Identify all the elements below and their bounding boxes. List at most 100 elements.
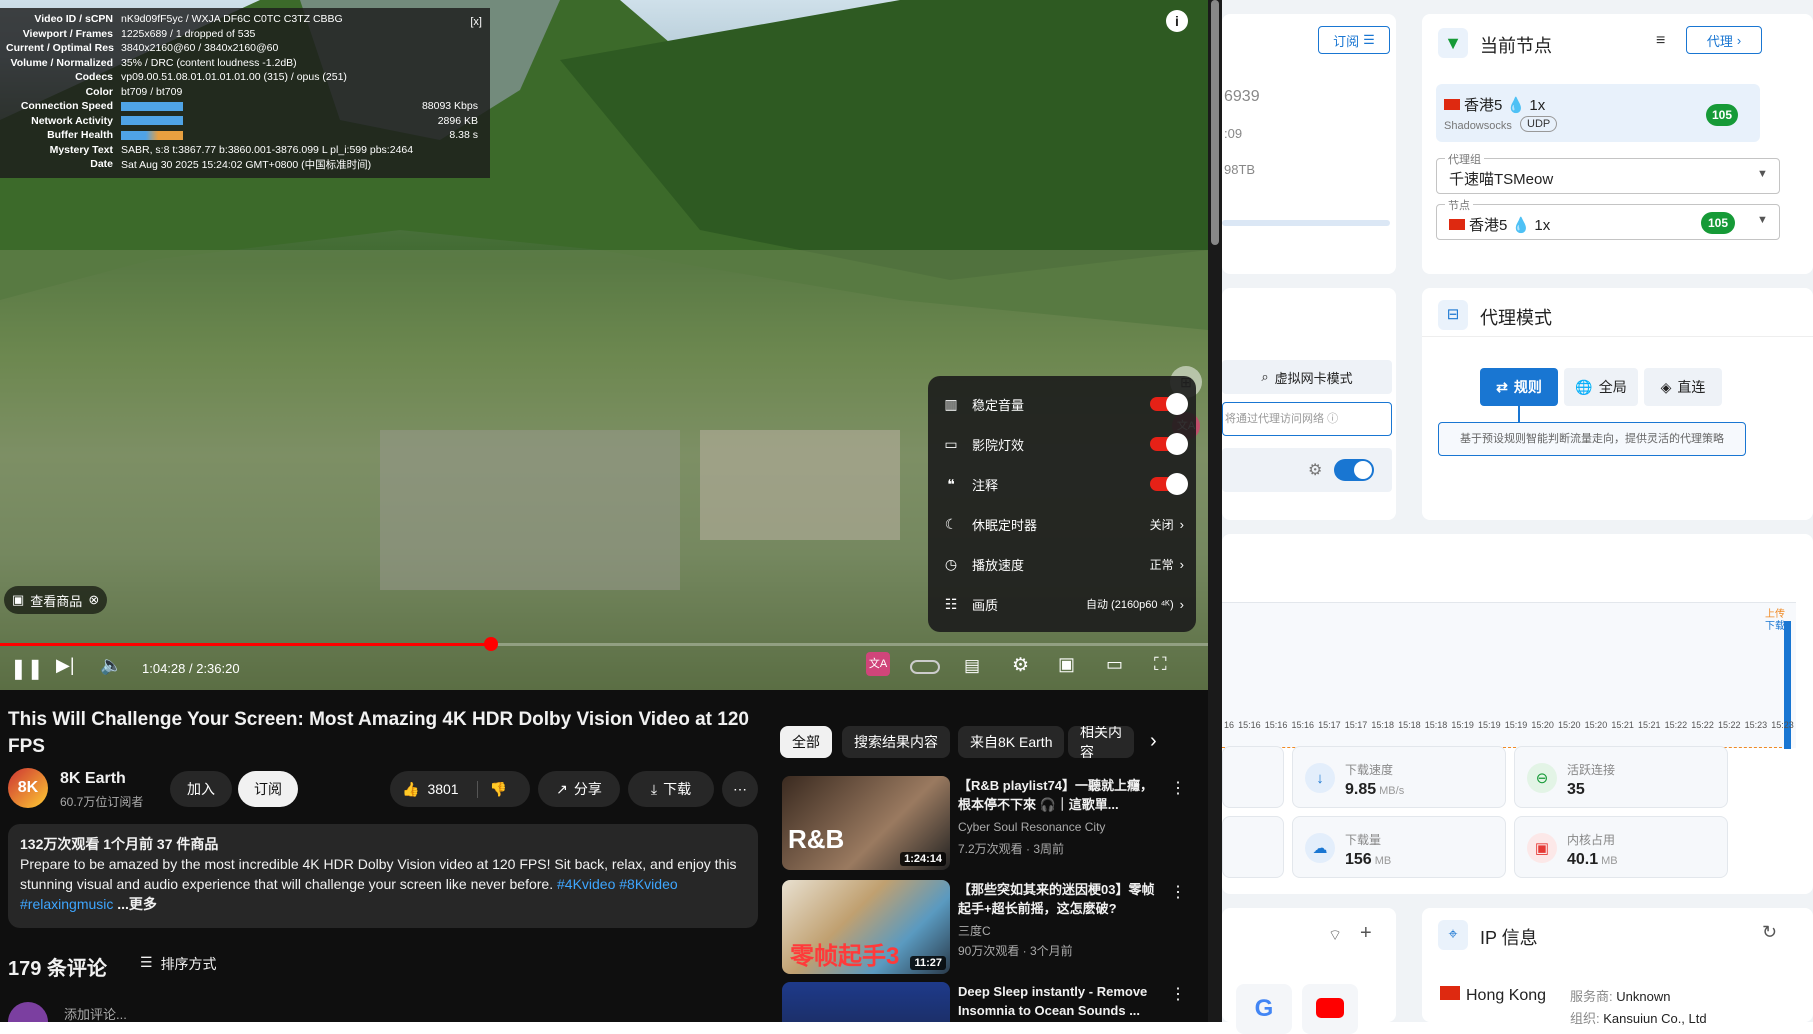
legend-download: 下载 <box>1765 621 1785 632</box>
current-node-box[interactable]: 香港5 💧 1x Shadowsocks UDP 105 <box>1436 84 1760 142</box>
youtube-icon[interactable] <box>1302 984 1358 1034</box>
translate-icon[interactable]: 文A <box>866 652 890 676</box>
download-icon: ⤓ <box>650 780 658 797</box>
annotations-icon: ❝ <box>947 475 955 492</box>
chip-all[interactable]: 全部 <box>780 726 832 758</box>
scrollbar-thumb[interactable] <box>1211 0 1219 245</box>
youtube-pane: [x] Video ID / sCPN nK9d09fF5yc / WXJA DF… <box>0 0 1222 1022</box>
add-comment-input[interactable]: 添加评论... <box>64 1004 127 1022</box>
settings-gear-icon[interactable]: ⚙ <box>1012 654 1029 677</box>
pause-icon[interactable]: ❚❚ <box>10 656 44 681</box>
thumbs-down-icon[interactable]: 👎 <box>476 780 507 798</box>
progress-bar[interactable] <box>0 637 1208 651</box>
channel-name[interactable]: 8K Earth <box>60 770 126 788</box>
setting-speed[interactable]: ◷ 播放速度 正常 › <box>928 544 1196 584</box>
theater-icon[interactable]: ▭ <box>1106 654 1123 675</box>
quality-sliders-icon: ☷ <box>944 595 958 612</box>
sort-icon[interactable]: ≡ <box>1656 32 1665 50</box>
join-button[interactable]: 加入 <box>170 771 232 807</box>
rec-thumbnail-3[interactable] <box>782 982 950 1022</box>
chip-from-channel[interactable]: 来自8K Earth <box>958 726 1065 758</box>
chevron-right-icon[interactable]: › <box>1150 730 1157 753</box>
settings-menu: ▥ 稳定音量 ▭ 影院灯效 ❝ 注释 ☾ 休眠定时器 关闭 › ◷ 播放速度 正常 › ☷ 画质 自动… <box>928 376 1196 632</box>
view-stats: 132万次观看 1个月前 37 件商品 <box>20 836 219 852</box>
memory-chip-icon: ▣ <box>1527 833 1557 863</box>
hashtags[interactable]: #4Kvideo #8Kvideo <box>557 876 678 892</box>
udp-badge: UDP <box>1520 116 1558 132</box>
chip-related[interactable]: 相关内容 <box>1068 726 1134 758</box>
sort-button[interactable]: ☰ 排序方式 <box>140 954 217 974</box>
wifi-test-icon[interactable]: ⌔ <box>1328 926 1342 945</box>
rec-title-2[interactable]: 【那些突如其来的迷因梗03】零帧起手+超长前摇，这怎麽破? <box>958 880 1163 918</box>
ambient-toggle[interactable] <box>1150 433 1188 455</box>
chip-search-results[interactable]: 搜索结果内容 <box>842 726 950 758</box>
cn-flag-icon <box>1449 219 1465 230</box>
rec-thumbnail-1[interactable]: R&B 1:24:14 <box>782 776 950 870</box>
more-actions-button[interactable]: ⋯ <box>722 771 758 807</box>
vnic-hint: 将通过代理访问网络 ⓘ <box>1222 402 1392 436</box>
proxy-group-select[interactable]: 代理组 千速喵TSMeow ▼ <box>1436 151 1780 194</box>
setting-annotations[interactable]: ❝ 注释 <box>928 464 1196 504</box>
description-box[interactable]: 132万次观看 1个月前 37 件商品 Prepare to be amazed… <box>8 824 758 928</box>
stats-for-nerds: [x] Video ID / sCPN nK9d09fF5yc / WXJA DF… <box>0 8 490 178</box>
stats-close-button[interactable]: [x] <box>470 16 482 28</box>
rec-channel-1[interactable]: Cyber Soul Resonance City <box>958 820 1105 834</box>
vnic-toggle[interactable] <box>1334 459 1374 481</box>
shuffle-icon: ⇄ <box>1496 378 1508 395</box>
hashtag-relaxing[interactable]: #relaxingmusic <box>20 896 113 912</box>
stat-download-speed: ↓ 下载速度 9.85 MB/s <box>1292 746 1506 808</box>
user-avatar <box>8 1002 48 1022</box>
stable-volume-toggle[interactable] <box>1150 393 1188 415</box>
next-icon[interactable]: ▶| <box>56 655 75 676</box>
setting-quality[interactable]: ☷ 画质 自动 (2160p60 ⁴ᴷ) › <box>928 584 1196 624</box>
subtitles-icon[interactable]: ▤ <box>964 656 980 676</box>
view-products-button[interactable]: ▣ 查看商品 ⊗ <box>4 586 108 614</box>
refresh-icon[interactable]: ↻ <box>1762 922 1777 943</box>
rec-title-1[interactable]: 【R&B playlist74】一聽就上癮，根本停不下來 🎧｜這歌單... <box>958 776 1163 814</box>
vnic-mode-button[interactable]: ⌕ 虚拟网卡模式 <box>1222 360 1392 394</box>
proxy-button[interactable]: 代理 › <box>1686 26 1762 54</box>
autoplay-toggle[interactable] <box>910 660 940 674</box>
setting-stable-volume[interactable]: ▥ 稳定音量 <box>928 384 1196 424</box>
add-icon[interactable]: + <box>1360 922 1372 945</box>
info-icon[interactable]: i <box>1166 10 1188 32</box>
link-icon: ⊖ <box>1527 763 1557 793</box>
like-count[interactable]: 3801 <box>427 781 458 797</box>
stat-download-total: ☁ 下载量 156 MB <box>1292 816 1506 878</box>
miniplayer-icon[interactable]: ▣ <box>1058 654 1075 675</box>
rec-channel-2[interactable]: 三度C <box>958 922 991 939</box>
subscribe-button[interactable]: 订阅 <box>238 771 298 807</box>
video-player[interactable]: [x] Video ID / sCPN nK9d09fF5yc / WXJA DF… <box>0 0 1208 690</box>
subscription-button[interactable]: 订阅 ☰ <box>1318 26 1390 54</box>
thumbs-up-icon[interactable]: 👍 <box>402 781 419 798</box>
settings-gear-icon[interactable]: ⚙ <box>1308 460 1322 480</box>
rec-menu-icon[interactable]: ⋮ <box>1170 882 1186 902</box>
setting-ambient[interactable]: ▭ 影院灯效 <box>928 424 1196 464</box>
chevron-right-icon: › <box>1179 516 1184 532</box>
mode-rule-button[interactable]: ⇄ 规则 <box>1480 368 1558 406</box>
node-select[interactable]: 节点 香港5 💧 1x 105 ▼ <box>1436 197 1780 240</box>
water-drop-icon: 💧 <box>1506 97 1526 114</box>
mode-direct-button[interactable]: ◈ 直连 <box>1644 368 1722 406</box>
volume-icon[interactable]: 🔈 <box>100 655 122 676</box>
channel-avatar[interactable]: 8K <box>8 768 48 808</box>
close-icon[interactable]: ⊗ <box>88 592 99 608</box>
rec-menu-icon[interactable]: ⋮ <box>1170 778 1186 798</box>
mode-global-button[interactable]: 🌐 全局 <box>1564 368 1638 406</box>
rec-title-3[interactable]: Deep Sleep instantly - Remove Insomnia t… <box>958 982 1163 1020</box>
download-button[interactable]: ⤓ 下载 <box>628 771 714 807</box>
setting-sleep-timer[interactable]: ☾ 休眠定时器 关闭 › <box>928 504 1196 544</box>
show-more[interactable]: ...更多 <box>117 896 157 912</box>
rec-thumbnail-2[interactable]: 零帧起手3 11:27 <box>782 880 950 974</box>
location-pin-icon: ⌖ <box>1438 920 1468 950</box>
annotations-toggle[interactable] <box>1150 473 1188 495</box>
like-dislike-group: 👍 3801 👎 <box>390 771 530 807</box>
rec-menu-icon[interactable]: ⋮ <box>1170 984 1186 1004</box>
search-network-icon: ⌕ <box>1261 369 1269 384</box>
proxy-mode-title: 代理模式 <box>1480 308 1552 328</box>
share-button[interactable]: ↗ 分享 <box>538 771 620 807</box>
globe-icon: 🌐 <box>1575 378 1593 395</box>
fullscreen-icon[interactable]: ⛶ <box>1154 654 1167 675</box>
scrubber-handle[interactable] <box>484 637 498 651</box>
google-icon[interactable]: G <box>1236 984 1292 1034</box>
